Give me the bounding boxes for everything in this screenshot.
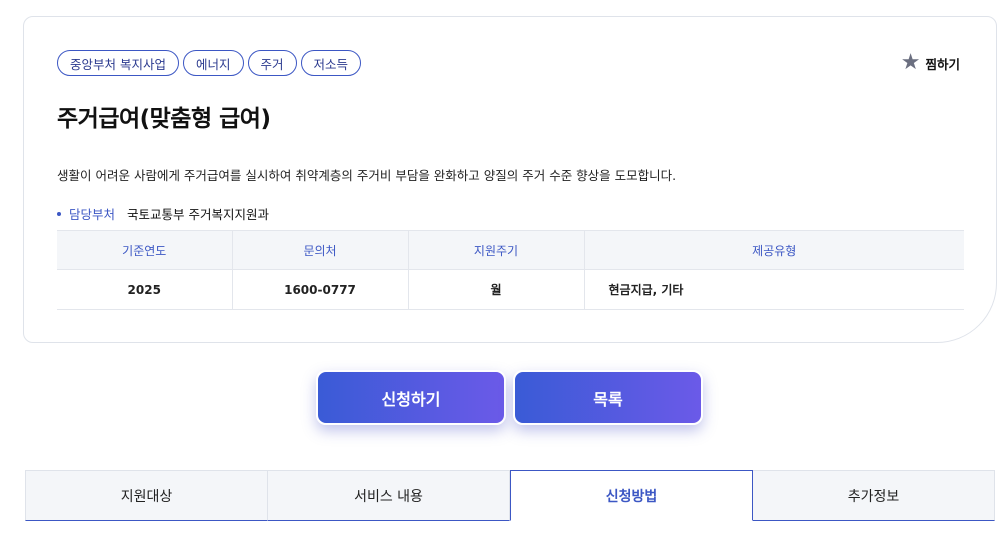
tab-additional-info[interactable]: 추가정보 bbox=[753, 470, 995, 521]
header-contact: 문의처 bbox=[231, 230, 408, 270]
tab-eligibility[interactable]: 지원대상 bbox=[25, 470, 268, 521]
bullet-icon bbox=[57, 211, 61, 216]
service-description: 생활이 어려운 사람에게 주거급여를 실시하여 취약계층의 주거비 부담을 완화… bbox=[57, 168, 677, 183]
tag-energy[interactable]: 에너지 bbox=[182, 50, 244, 76]
apply-button[interactable]: 신청하기 bbox=[316, 370, 506, 425]
header-base-year: 기준연도 bbox=[57, 230, 232, 270]
cell-provision-type: 현금지급, 기타 bbox=[583, 269, 964, 310]
cell-base-year: 2025 bbox=[57, 269, 232, 310]
star-icon: ★ bbox=[900, 50, 921, 75]
header-provision-type: 제공유형 bbox=[583, 230, 964, 270]
detail-tabs: 지원대상 서비스 내용 신청방법 추가정보 bbox=[25, 470, 995, 537]
tag-central-welfare[interactable]: 중앙부처 복지사업 bbox=[57, 50, 179, 76]
cell-support-cycle: 월 bbox=[407, 269, 584, 310]
table-row: 2025 1600-0777 월 현금지급, 기타 bbox=[57, 269, 964, 310]
tag-housing[interactable]: 주거 bbox=[247, 50, 297, 76]
tag-low-income[interactable]: 저소득 bbox=[300, 50, 362, 76]
tab-application-method[interactable]: 신청방법 bbox=[510, 470, 753, 521]
info-table: 기준연도 문의처 지원주기 제공유형 2025 1600-0777 월 현금지급… bbox=[57, 230, 964, 310]
department-value: 국토교통부 주거복지지원과 bbox=[127, 207, 269, 222]
tab-service-content[interactable]: 서비스 내용 bbox=[268, 470, 510, 521]
favorite-button[interactable]: ★ 찜하기 bbox=[901, 52, 960, 74]
cell-contact: 1600-0777 bbox=[231, 269, 408, 310]
list-button[interactable]: 목록 bbox=[513, 370, 703, 425]
action-buttons: 신청하기 목록 bbox=[316, 370, 703, 425]
tag-list: 중앙부처 복지사업 에너지 주거 저소득 bbox=[57, 50, 362, 76]
header-support-cycle: 지원주기 bbox=[407, 230, 584, 270]
favorite-label: 찜하기 bbox=[925, 56, 960, 72]
service-detail-card: 중앙부처 복지사업 에너지 주거 저소득 ★ 찜하기 주거급여(맞춤형 급여) … bbox=[23, 16, 997, 343]
table-header-row: 기준연도 문의처 지원주기 제공유형 bbox=[57, 230, 964, 270]
page-title: 주거급여(맞춤형 급여) bbox=[57, 106, 271, 132]
department-label: 담당부처 bbox=[69, 207, 116, 222]
department-info: 담당부처 국토교통부 주거복지지원과 bbox=[57, 204, 269, 223]
